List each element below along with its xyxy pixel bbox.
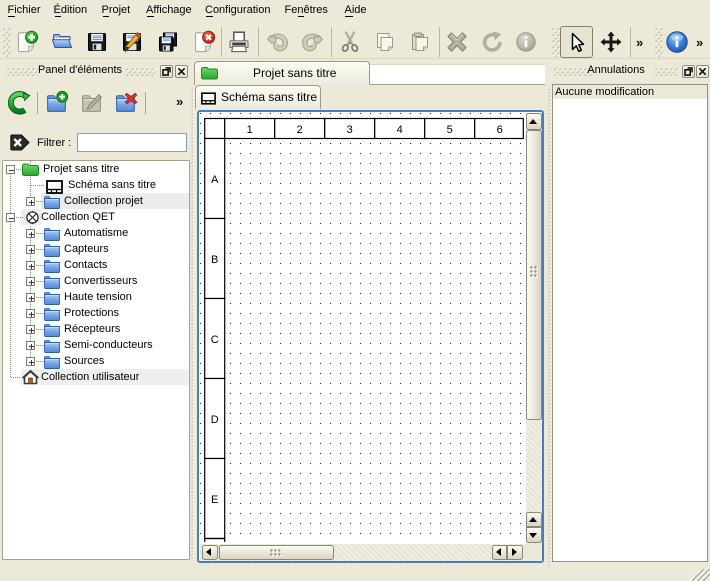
svg-text:B: B xyxy=(211,254,218,266)
svg-text:1: 1 xyxy=(247,124,253,136)
svg-text:2: 2 xyxy=(297,124,303,136)
svg-text:A: A xyxy=(211,174,219,186)
svg-text:6: 6 xyxy=(497,124,503,136)
svg-text:E: E xyxy=(211,494,218,506)
svg-text:D: D xyxy=(211,414,219,426)
svg-text:4: 4 xyxy=(397,124,403,136)
svg-text:5: 5 xyxy=(447,124,453,136)
svg-text:3: 3 xyxy=(347,124,353,136)
svg-text:C: C xyxy=(211,334,219,346)
